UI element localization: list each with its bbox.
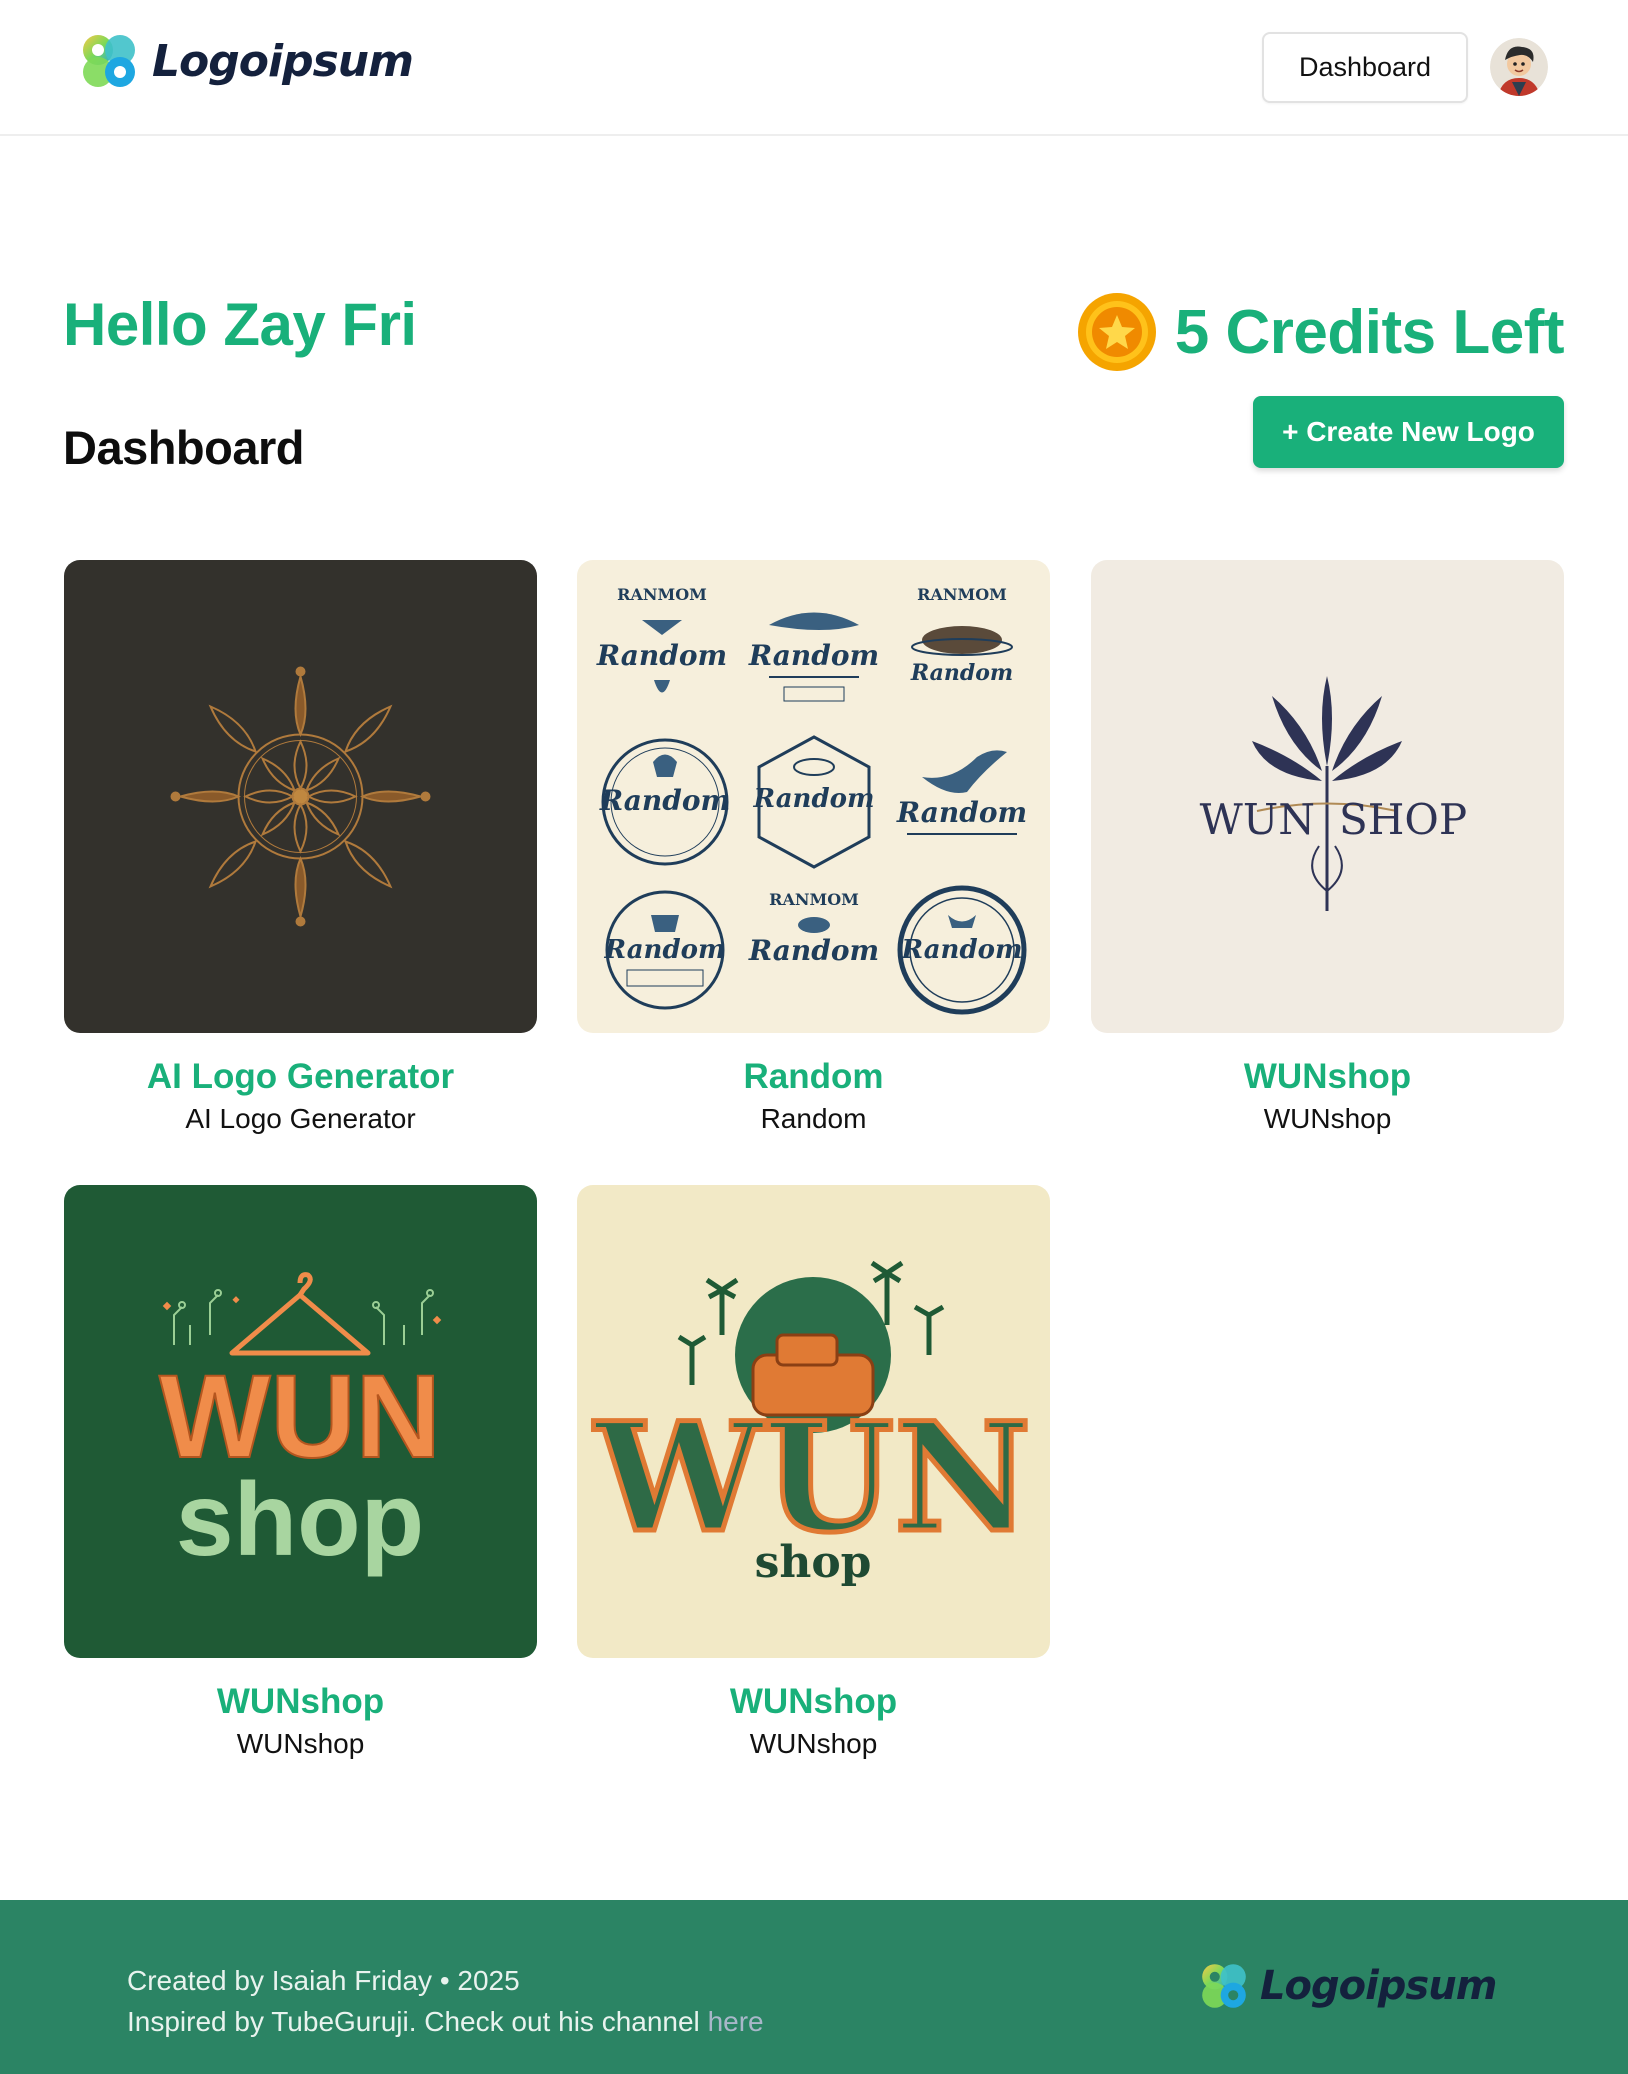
logo-card[interactable]: RANMOM Random Random RANMOM Random Rando… <box>577 560 1050 1135</box>
brand-logo[interactable]: Logoipsum <box>78 30 414 92</box>
logo-card[interactable]: WUN shop WUNshop WUNshop <box>577 1185 1050 1760</box>
brand-name: Logoipsum <box>152 35 414 87</box>
random-badges-image: RANMOM Random Random RANMOM Random Rando… <box>577 560 1050 1033</box>
badge-word: Random <box>910 660 1013 686</box>
logo-description: Random <box>760 1103 867 1134</box>
logo-title: WUNshop <box>1243 1057 1412 1096</box>
badge-word: Random <box>604 935 726 965</box>
credits-text: 5 Credits Left <box>1174 297 1565 367</box>
logo-title: Random <box>743 1057 884 1096</box>
logoipsum-mark-icon <box>1202 1964 1246 2008</box>
footer-inspired-text: Inspired by TubeGuruji. Check out his ch… <box>127 2006 708 2037</box>
badge-word: Random <box>901 935 1023 965</box>
user-avatar[interactable] <box>1490 38 1548 96</box>
logo-thumbnail[interactable] <box>64 560 537 1033</box>
wunshop-leaf-logo-image: WUN SHOP <box>1091 560 1564 1033</box>
logo-thumbnail[interactable]: WUN shop <box>64 1185 537 1658</box>
shop-text: shop <box>176 1462 424 1578</box>
logo-description: WUNshop <box>1263 1103 1392 1134</box>
channel-link[interactable]: here <box>708 2006 764 2037</box>
logo-card[interactable]: WUN shop WUNshop WUNshop <box>64 1185 537 1760</box>
credits-indicator: 5 Credits Left <box>1077 292 1565 372</box>
badge-arc-text: RANMOM <box>917 585 1007 604</box>
dashboard-button[interactable]: Dashboard <box>1262 32 1468 103</box>
logo-thumbnail[interactable]: WUN shop <box>577 1185 1050 1658</box>
wun-text: WUN <box>1200 795 1315 844</box>
logo-title: AI Logo Generator <box>146 1057 455 1096</box>
greeting-heading: Hello Zay Fri <box>63 291 417 358</box>
footer-brand-name: Logoipsum <box>1260 1963 1497 2009</box>
footer-inspired-by: Inspired by TubeGuruji. Check out his ch… <box>127 2001 764 2042</box>
logo-description: WUNshop <box>236 1728 365 1759</box>
avatar-icon <box>1490 38 1548 96</box>
footer-created-by: Created by Isaiah Friday • 2025 <box>127 1965 520 1996</box>
logo-description: WUNshop <box>749 1728 878 1759</box>
create-new-logo-button[interactable]: + Create New Logo <box>1253 396 1564 468</box>
shop-text: shop <box>755 1537 872 1588</box>
badge-word: Random <box>599 784 730 817</box>
wunshop-truck-logo-image: WUN shop <box>577 1185 1050 1658</box>
footer: Created by Isaiah Friday • 2025 Inspired… <box>0 1900 1628 2074</box>
top-nav: Logoipsum Dashboard <box>0 0 1628 136</box>
badge-arc-text: RANMOM <box>617 585 707 604</box>
badge-arc-text: RANMOM <box>769 890 859 909</box>
shop-text: SHOP <box>1339 795 1467 844</box>
logo-title: WUNshop <box>216 1682 385 1721</box>
logo-thumbnail[interactable]: WUN SHOP <box>1091 560 1564 1033</box>
star-coin-icon <box>1077 293 1156 371</box>
footer-brand-logo[interactable]: Logoipsum <box>1198 1960 1497 2012</box>
logo-card[interactable]: AI Logo Generator AI Logo Generator <box>64 560 537 1135</box>
badge-word: Random <box>748 639 879 672</box>
badge-word: Random <box>748 934 879 967</box>
footer-credits: Created by Isaiah Friday • 2025 Inspired… <box>127 1960 764 2042</box>
logo-description: AI Logo Generator <box>185 1103 416 1134</box>
badge-word: Random <box>753 784 875 814</box>
logo-card[interactable]: WUN SHOP WUNshop WUNshop <box>1091 560 1564 1135</box>
wunshop-hanger-logo-image: WUN shop <box>64 1185 537 1658</box>
logoipsum-mark-icon <box>83 35 135 87</box>
logo-title: WUNshop <box>729 1682 898 1721</box>
badge-word: Random <box>896 796 1027 829</box>
page-title: Dashboard <box>63 421 305 474</box>
logo-thumbnail[interactable]: RANMOM Random Random RANMOM Random Rando… <box>577 560 1050 1033</box>
badge-word: Random <box>596 639 727 672</box>
mandala-logo-image <box>64 560 537 1033</box>
